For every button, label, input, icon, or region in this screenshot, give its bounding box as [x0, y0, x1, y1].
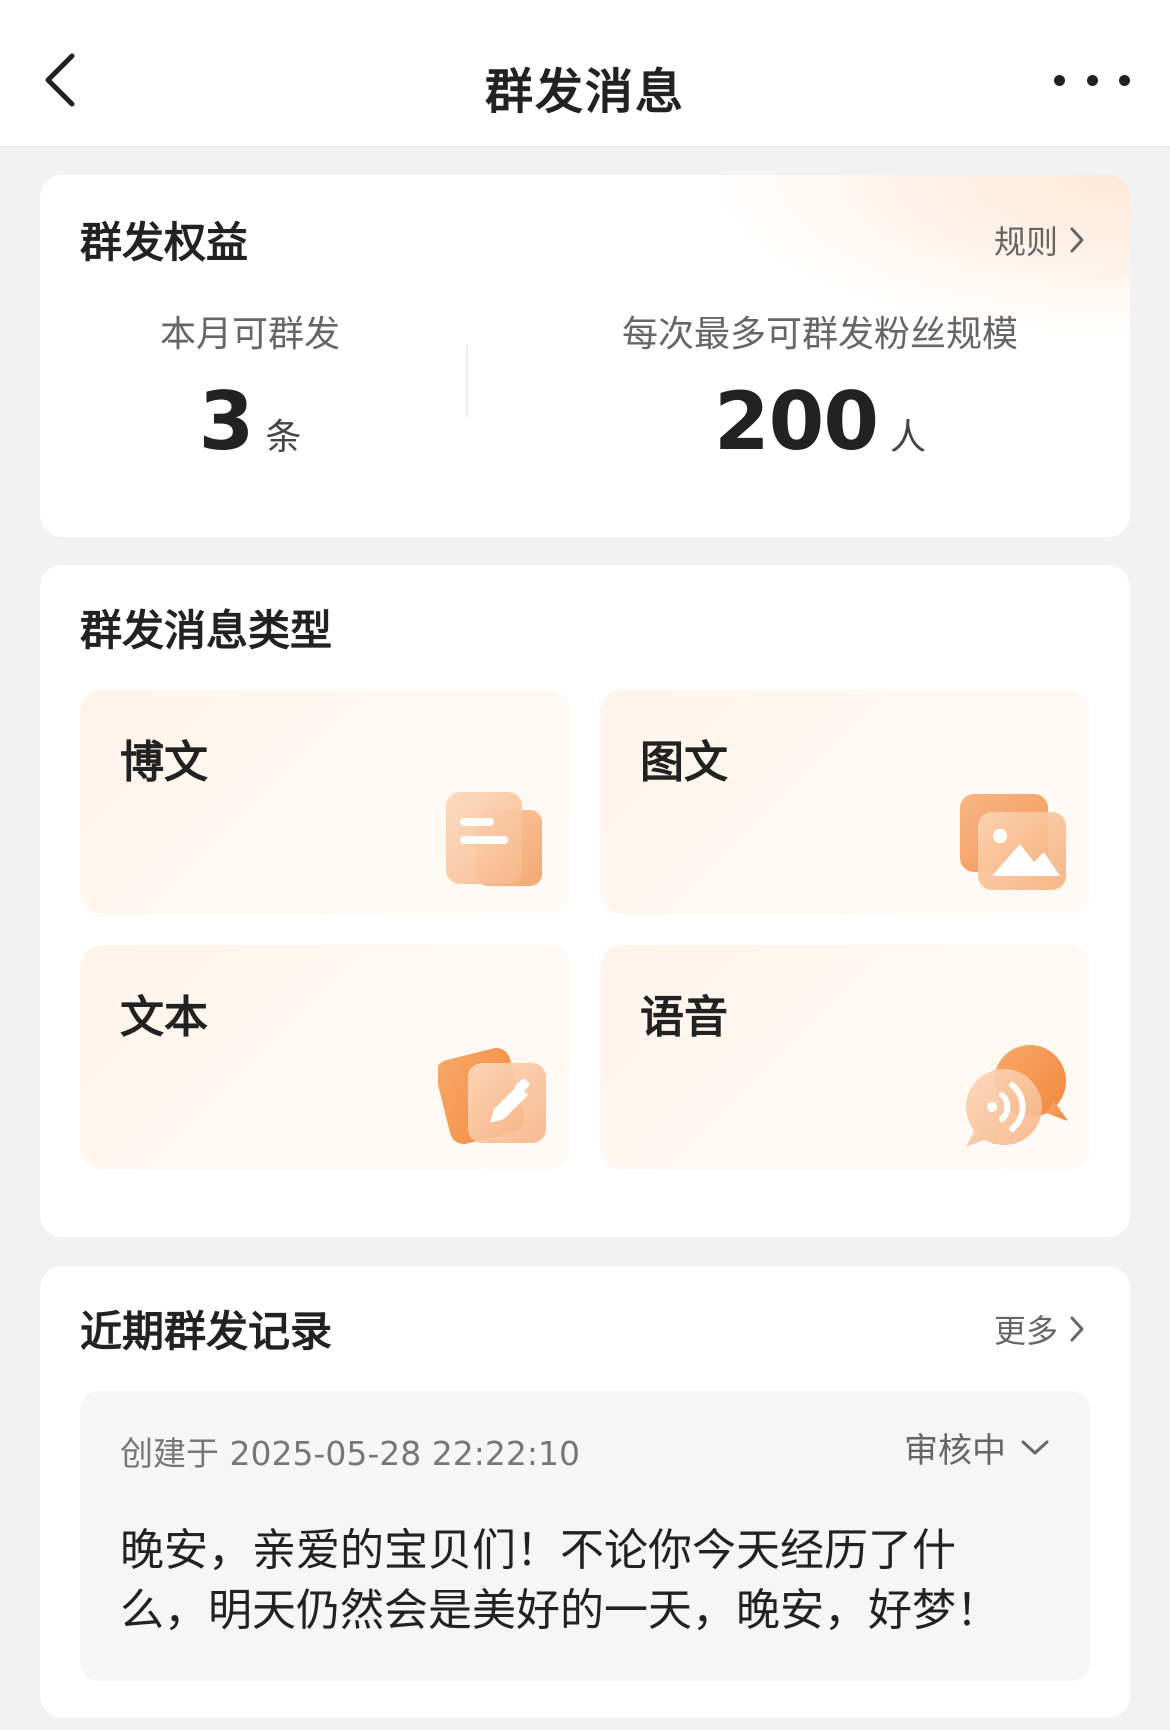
message-types-card: 群发消息类型 博文 图文 文本 语音: [40, 565, 1130, 1237]
chevron-down-icon: [1021, 1440, 1049, 1454]
rights-title: 群发权益: [80, 218, 249, 267]
record-message-text: 晚安，亲爱的宝贝们！不论你今天经历了什么，明天仍然会是美好的一天，晚安，好梦！: [120, 1525, 1000, 1636]
chevron-right-icon: [1070, 227, 1084, 253]
type-article-tile[interactable]: 博文: [80, 690, 570, 914]
types-title: 群发消息类型: [80, 606, 333, 655]
record-status-label: 审核中: [904, 1431, 1006, 1471]
rules-link[interactable]: 规则: [994, 217, 1086, 263]
max-audience-number: 200: [713, 375, 879, 468]
monthly-quota-label: 本月可群发: [159, 314, 340, 355]
monthly-quota-value: 3条: [100, 375, 400, 468]
max-audience-unit: 人: [889, 417, 926, 458]
more-options-button[interactable]: [1054, 60, 1130, 100]
recent-records-card: 近期群发记录 更多 创建于 2025-05-28 22:22:10 审核中 晚安…: [40, 1266, 1130, 1718]
type-image-text-tile[interactable]: 图文: [600, 690, 1090, 914]
more-dot-icon: [1086, 74, 1098, 86]
chevron-right-icon: [1070, 1316, 1084, 1342]
record-item[interactable]: 创建于 2025-05-28 22:22:10 审核中 晚安，亲爱的宝贝们！不论…: [80, 1391, 1090, 1681]
type-voice-label: 语音: [640, 992, 728, 1043]
broadcast-rights-card: 群发权益 规则 本月可群发 3条 每次最多可群发粉丝规模 200 人: [40, 175, 1130, 537]
image-icon: [960, 794, 1066, 890]
more-dot-icon: [1054, 74, 1065, 86]
more-records-link[interactable]: 更多: [994, 1306, 1086, 1352]
record-status-dropdown[interactable]: 审核中: [904, 1423, 1050, 1472]
page-title: 群发消息: [484, 64, 685, 120]
edit-icon: [438, 1048, 546, 1144]
type-text-tile[interactable]: 文本: [80, 945, 570, 1169]
article-icon: [446, 792, 542, 886]
max-audience-label: 每次最多可群发粉丝规模: [621, 314, 1018, 355]
navigation-bar: 群发消息: [0, 0, 1170, 147]
monthly-quota-unit: 条: [265, 417, 302, 458]
more-dot-icon: [1119, 74, 1130, 86]
type-article-label: 博文: [120, 737, 208, 788]
max-audience-value: 200 人: [520, 375, 1120, 468]
rules-link-label: 规则: [993, 223, 1058, 261]
more-records-label: 更多: [993, 1312, 1058, 1350]
records-title: 近期群发记录: [80, 1307, 333, 1356]
monthly-quota-number: 3: [198, 375, 255, 468]
record-created-time: 创建于 2025-05-28 22:22:10: [120, 1434, 580, 1473]
voice-icon: [966, 1045, 1068, 1147]
stats-divider: [466, 345, 468, 417]
type-text-label: 文本: [120, 992, 208, 1043]
type-image-text-label: 图文: [640, 737, 728, 788]
type-voice-tile[interactable]: 语音: [600, 945, 1090, 1169]
